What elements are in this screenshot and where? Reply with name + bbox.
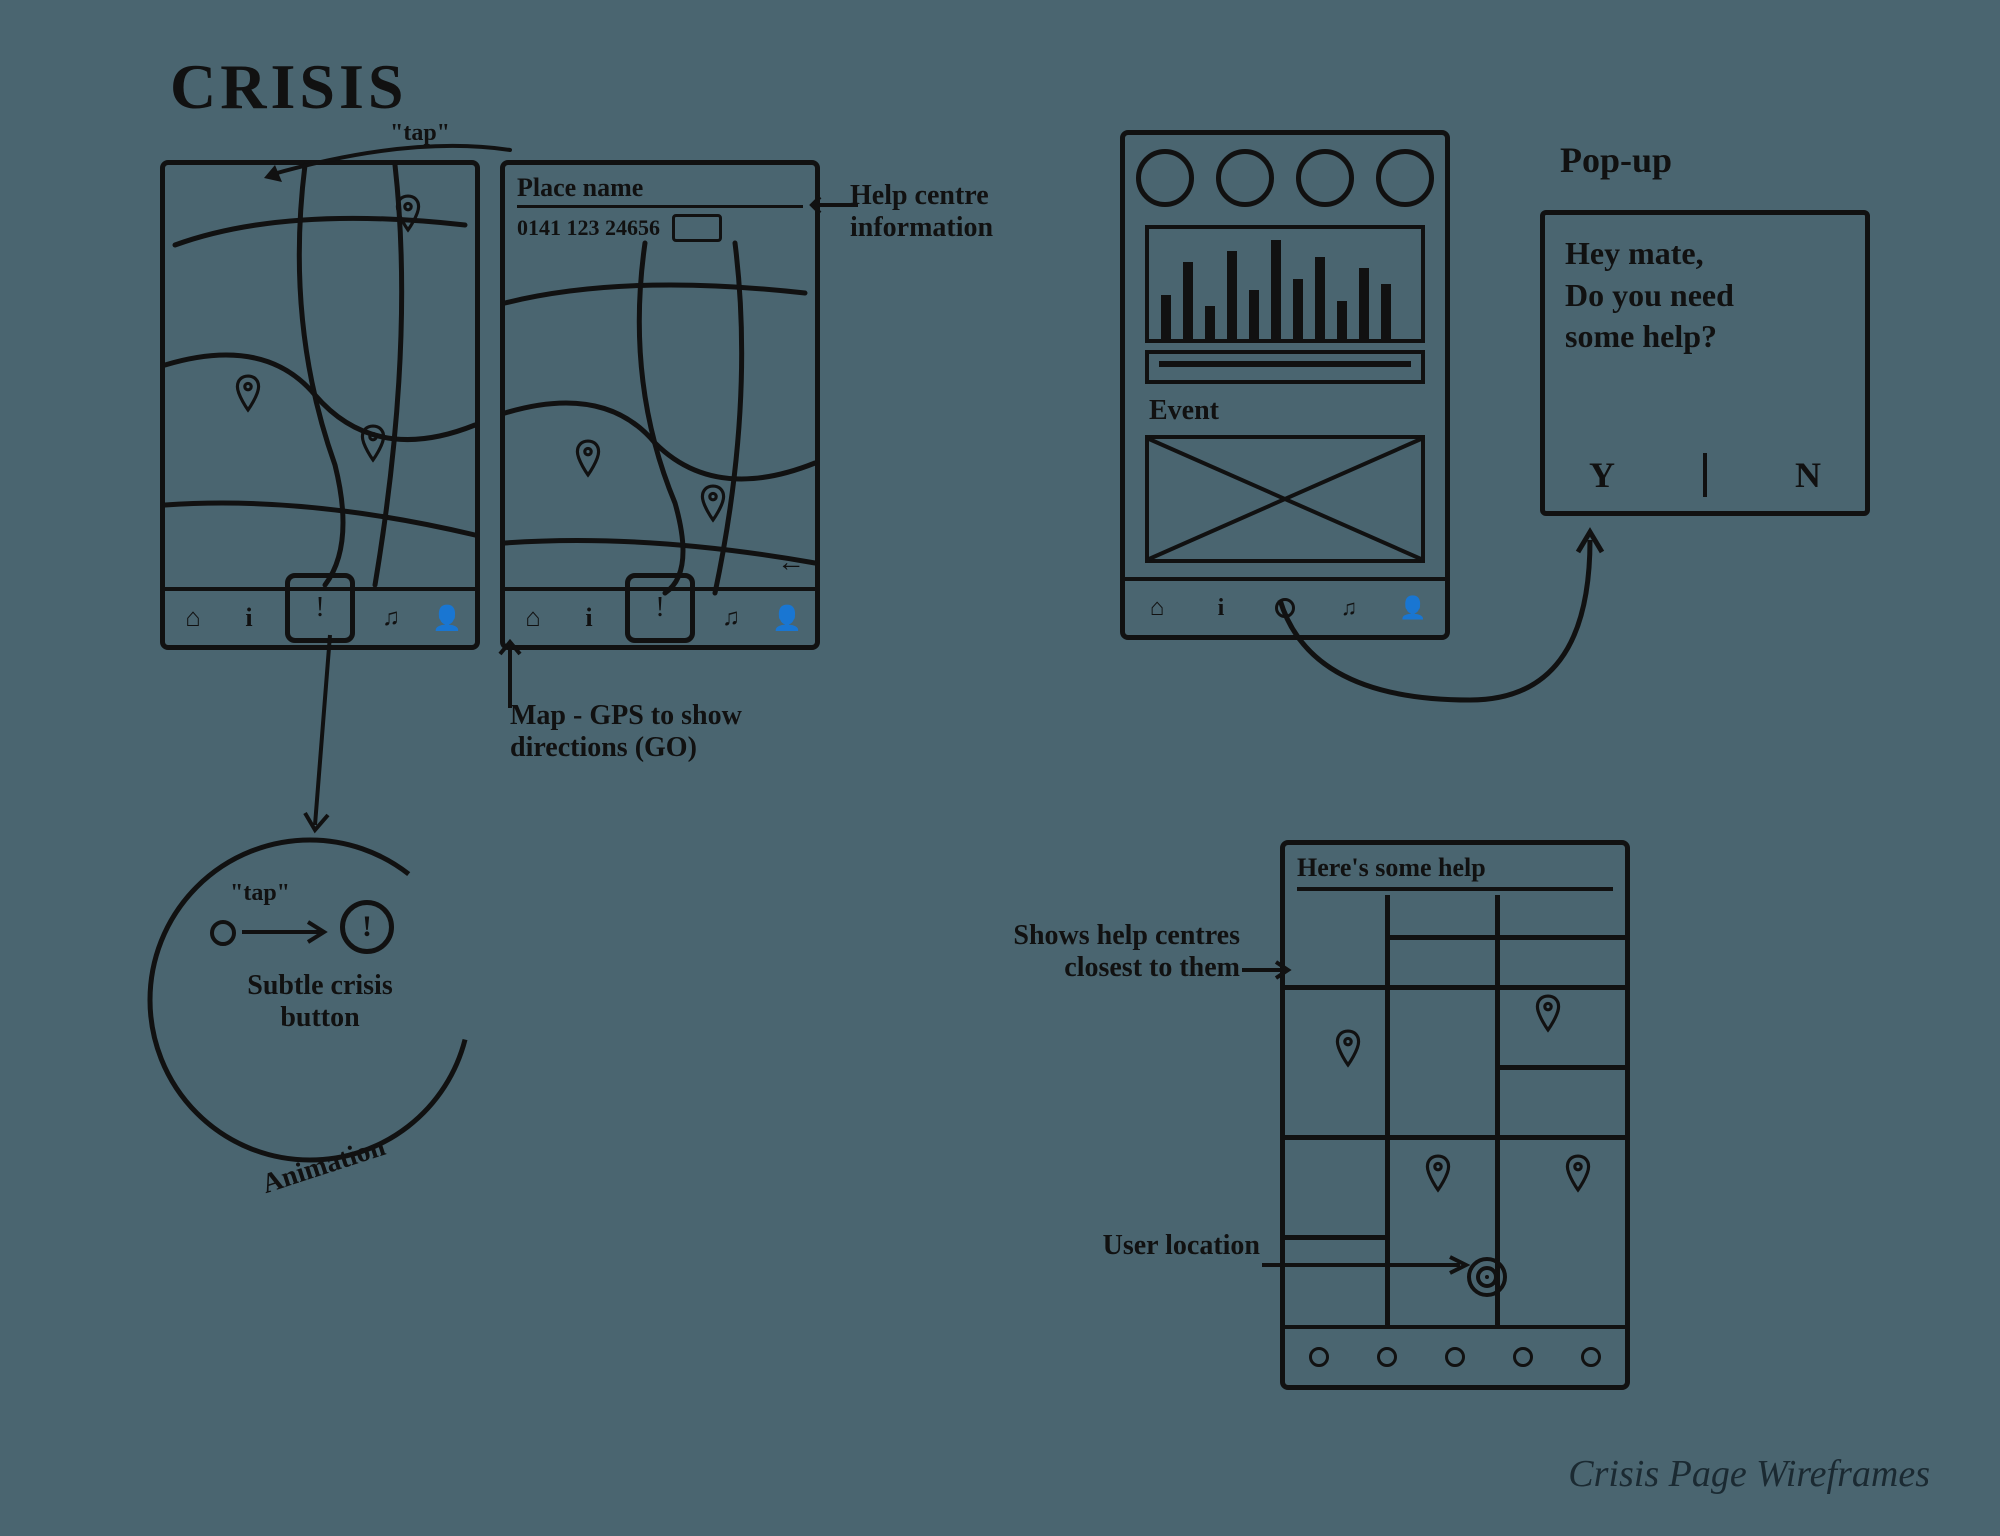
arrow-animation-grow	[240, 920, 330, 944]
tab-profile[interactable]: 👤	[767, 598, 807, 638]
tab-info[interactable]: i	[569, 598, 609, 638]
map-pin-icon[interactable]	[700, 485, 726, 521]
nav-dot[interactable]	[1581, 1347, 1601, 1367]
map-pin-icon[interactable]	[235, 375, 261, 411]
popup-dialog: Hey mate, Do you need some help? Y N	[1540, 210, 1870, 516]
story-circle[interactable]	[1136, 149, 1194, 207]
screen-crisis-map: ⌂ i ! ♫ 👤	[160, 160, 480, 650]
home-icon: ⌂	[1150, 595, 1164, 622]
info-icon: i	[585, 603, 592, 633]
nav-dot[interactable]	[1445, 1347, 1465, 1367]
annotation-shows-centres: Shows help centres closest to them	[1000, 920, 1240, 984]
crisis-icon: !	[315, 592, 324, 624]
tab-music[interactable]: ♫	[371, 598, 411, 638]
arrow-to-popup	[1270, 520, 1610, 720]
annotation-user-location: User location	[1080, 1230, 1260, 1262]
annotation-help-centre-info: Help centre information	[850, 180, 1090, 244]
figure-caption: Crisis Page Wireframes	[1568, 1452, 1930, 1496]
arrow-shows-centres	[1240, 960, 1290, 980]
tab-bar: ⌂ i ! ♫ 👤	[505, 587, 815, 645]
tab-home[interactable]: ⌂	[173, 598, 213, 638]
place-phone[interactable]: 0141 123 24656	[517, 215, 660, 241]
map-sketch	[505, 243, 815, 593]
popup-yes-button[interactable]: Y	[1589, 454, 1615, 496]
tab-bar-dots	[1285, 1325, 1625, 1385]
tab-music[interactable]: ♫	[711, 598, 751, 638]
crisis-button[interactable]: !	[285, 573, 355, 643]
page-title: CRISIS	[170, 50, 407, 124]
divider	[1703, 453, 1707, 497]
help-header: Here's some help	[1297, 853, 1613, 891]
nav-dot[interactable]	[1309, 1347, 1329, 1367]
crisis-icon: !	[655, 592, 664, 624]
annotation-subtle-button: Subtle crisis button	[220, 970, 420, 1034]
event-label: Event	[1149, 395, 1219, 427]
tab-home[interactable]: ⌂	[1137, 588, 1177, 628]
person-icon: 👤	[432, 604, 462, 633]
nav-dot[interactable]	[1377, 1347, 1397, 1367]
tab-info[interactable]: i	[229, 598, 269, 638]
tab-home[interactable]: ⌂	[513, 598, 553, 638]
arrow-user-location	[1260, 1255, 1470, 1275]
arrow-tap-to-detail	[260, 140, 520, 200]
nav-dot[interactable]	[1513, 1347, 1533, 1367]
call-button[interactable]	[672, 214, 722, 242]
popup-no-button[interactable]: N	[1795, 454, 1821, 496]
story-circle[interactable]	[1296, 149, 1354, 207]
annotation-map-gps: Map - GPS to show directions (GO)	[510, 700, 820, 764]
home-icon: ⌂	[525, 603, 541, 633]
story-circle[interactable]	[1216, 149, 1274, 207]
map-pin-icon[interactable]	[360, 425, 386, 461]
tab-info[interactable]: i	[1201, 588, 1241, 628]
dashboard-slider[interactable]	[1145, 350, 1425, 384]
screen-help-map: Here's some help	[1280, 840, 1630, 1390]
back-arrow-icon[interactable]: ←	[777, 547, 805, 579]
map-pin-icon[interactable]	[395, 195, 421, 231]
annotation-tap-circle: "tap"	[230, 880, 290, 908]
place-header: Place name 0141 123 24656	[517, 173, 803, 242]
story-circle[interactable]	[1376, 149, 1434, 207]
map-pin-icon[interactable]	[1425, 1155, 1451, 1191]
info-icon: i	[1218, 595, 1225, 622]
person-icon: 👤	[772, 604, 802, 633]
map-sketch	[165, 165, 475, 585]
home-icon: ⌂	[185, 603, 201, 633]
arrow-map-gps	[490, 640, 530, 710]
crisis-button-small-state	[210, 920, 236, 946]
screen-place-detail: Place name 0141 123 24656 ← ⌂ i ! ♫ 👤	[500, 160, 820, 650]
music-icon: ♫	[722, 605, 740, 632]
popup-text: Hey mate, Do you need some help?	[1565, 233, 1845, 358]
tab-profile[interactable]: 👤	[427, 598, 467, 638]
arrow-help-info	[810, 195, 860, 215]
place-name: Place name	[517, 173, 803, 208]
annotation-popup: Pop-up	[1560, 140, 1672, 181]
map-pin-icon[interactable]	[1335, 1030, 1361, 1066]
dashboard-chart	[1145, 225, 1425, 343]
map-pin-icon[interactable]	[1535, 995, 1561, 1031]
info-icon: i	[245, 603, 252, 633]
user-location-icon	[1465, 1255, 1509, 1299]
map-pin-icon[interactable]	[1565, 1155, 1591, 1191]
crisis-button[interactable]: !	[625, 573, 695, 643]
story-row	[1125, 149, 1445, 207]
music-icon: ♫	[382, 605, 400, 632]
map-pin-icon[interactable]	[575, 440, 601, 476]
crisis-button-large-state: !	[340, 900, 394, 954]
arrow-to-animation	[300, 635, 360, 835]
